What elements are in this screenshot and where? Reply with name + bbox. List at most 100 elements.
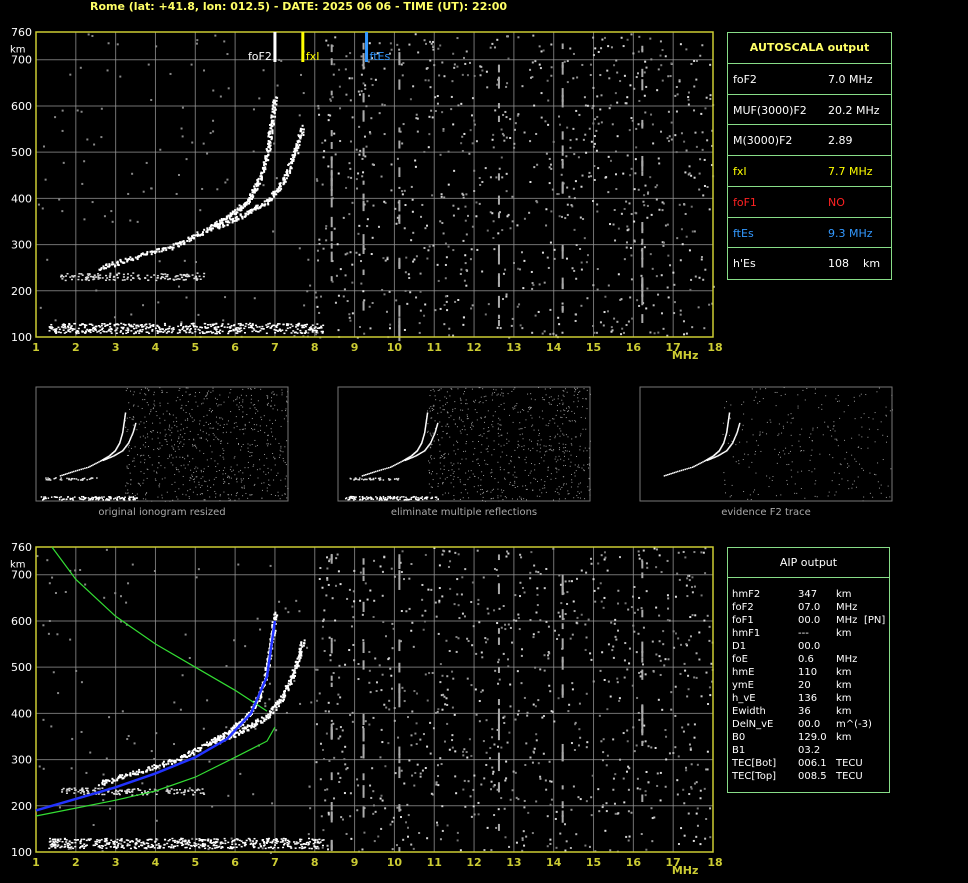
thumbnail-noise-dot	[191, 476, 193, 478]
plot2-noise-dot	[349, 815, 352, 818]
plot1-noise-dot	[630, 33, 633, 36]
plot1-es-echo	[62, 329, 65, 331]
plot1-noise-dot	[462, 239, 465, 242]
plot1-noise-dot	[660, 64, 663, 67]
thumbnail-noise-dot	[166, 392, 168, 394]
plot1-noise-dot	[348, 316, 351, 319]
plot2-xtick-label: 15	[586, 856, 601, 869]
plot1-fo-trace-echo	[146, 252, 149, 255]
plot2-noise-dot	[344, 663, 347, 666]
plot1-noise-dot	[563, 60, 566, 63]
plot2-fx-trace-echo	[274, 704, 277, 707]
plot2-noise-dot	[519, 553, 522, 556]
plot2-noise-dot	[275, 729, 278, 732]
plot1-noise-dot	[460, 142, 463, 145]
plot2-noise-dot	[693, 723, 696, 726]
plot1-noise-dot	[445, 256, 448, 259]
plot2-noise-dot	[593, 589, 596, 592]
thumbnail-noise-dot	[165, 433, 167, 435]
plot2-noise-dot	[687, 674, 690, 677]
plot1-noise-dot	[685, 48, 688, 51]
plot1-noise-dot	[481, 270, 484, 273]
plot2-noise-dot	[323, 650, 326, 653]
plot1-noise-dot	[622, 45, 625, 48]
plot1-noise-dot	[365, 145, 368, 148]
plot2-noise-dot	[480, 691, 483, 694]
plot2-xtick-label: 10	[387, 856, 403, 869]
plot1-es-echo	[90, 329, 93, 331]
plot1-fo-trace-echo	[261, 171, 264, 174]
plot2-fx-trace-echo	[246, 724, 249, 727]
plot1-noise-dot	[605, 176, 608, 179]
plot2-noise-dot	[434, 601, 437, 604]
plot1-es-echo	[188, 331, 191, 334]
plot1-es-echo	[133, 323, 136, 326]
plot2-fo-trace-echo	[220, 735, 223, 738]
plot2-es-echo	[248, 838, 251, 841]
plot1-noise-dot	[368, 42, 371, 45]
plot2-ytick-label: 200	[11, 800, 32, 813]
plot2-fo-trace-echo	[178, 758, 181, 761]
plot2-es-echo	[227, 846, 230, 849]
plot2-es-echo	[81, 845, 84, 848]
plot2-es-echo	[204, 847, 207, 850]
plot1-noise-dot	[637, 123, 640, 126]
plot1-noise-dot	[209, 132, 212, 135]
plot1-noise-dot	[597, 50, 600, 53]
plot2-noise-dot	[535, 739, 538, 742]
plot1-es-echo	[237, 327, 240, 329]
plot1-fx-trace-echo	[247, 212, 250, 215]
plot1-noise-dot	[366, 200, 369, 203]
plot1-noise-dot	[402, 62, 405, 65]
plot2-noise-dot	[368, 669, 371, 672]
plot1-noise-streak	[497, 282, 500, 287]
plot1-noise-dot	[689, 288, 692, 291]
plot2-es-echo	[180, 841, 183, 844]
plot1-noise-streak	[641, 285, 644, 297]
plot1-es-echo	[300, 324, 303, 327]
plot2-noise-dot	[422, 733, 425, 736]
plot1-noise-dot	[700, 258, 703, 261]
plot1-es-second-echo	[136, 275, 139, 277]
plot1-fx-trace-echo	[235, 219, 238, 222]
plot2-noise-dot	[383, 703, 386, 706]
plot2-es-echo	[67, 842, 70, 844]
plot2-noise-dot	[500, 797, 503, 800]
plot2-fo-trace-echo	[158, 764, 161, 767]
plot2-noise-dot	[471, 644, 474, 647]
plot2-noise-dot	[429, 721, 432, 724]
plot1-noise-dot	[479, 74, 482, 77]
plot1-noise-dot	[405, 256, 408, 259]
plot2-fx-trace-echo	[295, 660, 298, 663]
plot1-noise-dot	[620, 212, 623, 215]
plot1-noise-dot	[439, 153, 442, 156]
plot2-noise-dot	[408, 607, 411, 610]
thumbnail-noise-dot	[240, 394, 242, 396]
plot2-noise-dot	[690, 586, 693, 589]
plot2-noise-dot	[590, 562, 593, 565]
plot2-es-echo	[117, 842, 120, 845]
plot1-noise-dot	[548, 166, 551, 169]
plot2-es-echo	[141, 844, 144, 847]
plot1-es-second-echo	[195, 275, 198, 278]
thumbnail-noise-dot	[234, 499, 236, 501]
plot2-noise-streak	[330, 772, 333, 781]
plot2-noise-dot	[405, 821, 408, 824]
plot2-noise-dot	[451, 734, 454, 737]
plot2-noise-dot	[612, 656, 615, 659]
thumbnail-noise-dot	[166, 441, 168, 443]
plot2-noise-streak	[330, 682, 333, 688]
plot1-noise-dot	[464, 205, 467, 208]
plot2-noise-dot	[382, 621, 385, 624]
plot2-es-echo	[288, 841, 291, 843]
thumbnail-noise-dot	[172, 499, 174, 501]
plot1-noise-dot	[560, 215, 563, 218]
plot2-noise-dot	[372, 790, 375, 793]
plot2-noise-dot	[535, 800, 538, 803]
plot2-noise-dot	[339, 776, 342, 779]
plot1-es-echo	[81, 330, 84, 332]
plot1-noise-dot	[460, 268, 463, 271]
plot2-noise-dot	[439, 838, 442, 841]
plot2-es-echo	[83, 843, 86, 845]
plot1-noise-dot	[358, 224, 361, 227]
